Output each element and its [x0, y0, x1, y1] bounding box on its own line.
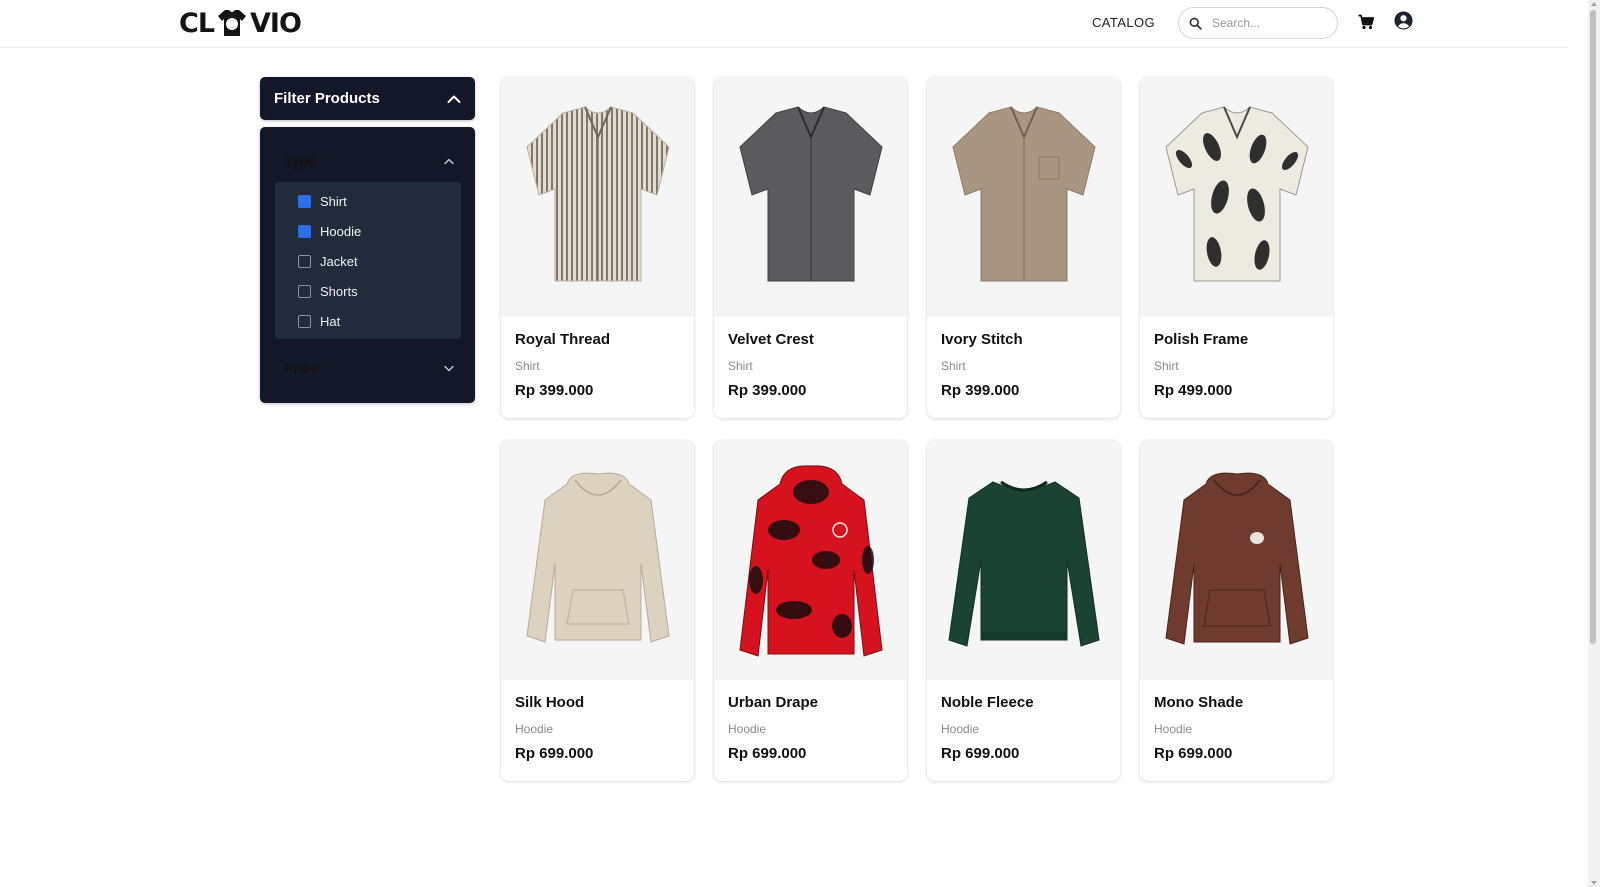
- user-icon[interactable]: [1394, 11, 1413, 30]
- shorts-checkbox[interactable]: [298, 285, 311, 298]
- product-card[interactable]: Ivory Stitch Shirt Rp 399.000: [927, 77, 1120, 418]
- product-category: Shirt: [1154, 359, 1179, 373]
- search-box[interactable]: [1178, 7, 1338, 39]
- type-option-label: Hoodie: [320, 224, 362, 239]
- product-name: Velvet Crest: [728, 331, 814, 348]
- type-option-label: Hat: [320, 314, 341, 329]
- type-options-list: Shirt Hoodie Jacket Shorts Hat: [275, 182, 461, 339]
- nav-catalog-link[interactable]: CATALOG: [1092, 15, 1155, 30]
- chevron-up-icon: [447, 95, 461, 103]
- logo-shirt-icon: [216, 7, 248, 39]
- product-image: [501, 77, 694, 317]
- type-option-shorts[interactable]: Shorts: [298, 284, 358, 299]
- product-price: Rp 699.000: [941, 745, 1020, 762]
- product-category: Hoodie: [515, 722, 554, 736]
- type-option-jacket[interactable]: Jacket: [298, 254, 358, 269]
- product-name: Royal Thread: [515, 331, 611, 348]
- product-price: Rp 699.000: [515, 745, 594, 762]
- product-card[interactable]: Royal Thread Shirt Rp 399.000: [501, 77, 694, 418]
- logo-text-right: VIO: [250, 7, 302, 39]
- type-option-shirt[interactable]: Shirt: [298, 194, 347, 209]
- top-navbar: CL VIO CATALOG: [0, 0, 1568, 48]
- type-option-label: Shorts: [320, 284, 358, 299]
- product-price: Rp 499.000: [1154, 382, 1233, 399]
- product-category: Shirt: [728, 359, 753, 373]
- product-card[interactable]: Silk Hood Hoodie Rp 699.000: [501, 440, 694, 781]
- product-image: [714, 440, 907, 680]
- product-price: Rp 699.000: [1154, 745, 1233, 762]
- product-image: [1140, 77, 1333, 317]
- type-section-toggle[interactable]: Type: [284, 150, 454, 172]
- type-option-label: Shirt: [320, 194, 347, 209]
- type-section-label: Type: [284, 153, 316, 169]
- product-name: Ivory Stitch: [941, 331, 1023, 348]
- scroll-down-arrow-icon[interactable]: [1591, 881, 1597, 885]
- jacket-checkbox[interactable]: [298, 255, 311, 268]
- brand-logo[interactable]: CL VIO: [179, 6, 302, 40]
- scroll-up-arrow-icon[interactable]: [1591, 2, 1597, 6]
- product-image: [714, 77, 907, 317]
- product-name: Urban Drape: [728, 694, 819, 711]
- hat-checkbox[interactable]: [298, 315, 311, 328]
- product-category: Hoodie: [941, 722, 980, 736]
- shirt-checkbox[interactable]: [298, 195, 311, 208]
- filter-products-toggle[interactable]: Filter Products: [260, 77, 475, 120]
- chevron-up-icon: [444, 158, 454, 164]
- product-card[interactable]: Noble Fleece Hoodie Rp 699.000: [927, 440, 1120, 781]
- product-category: Hoodie: [1154, 722, 1193, 736]
- product-card[interactable]: Polish Frame Shirt Rp 499.000: [1140, 77, 1333, 418]
- chevron-down-icon: [444, 365, 454, 371]
- filter-title: Filter Products: [274, 90, 380, 107]
- product-category: Shirt: [941, 359, 966, 373]
- scrollbar-thumb[interactable]: [1590, 10, 1596, 644]
- hoodie-checkbox[interactable]: [298, 225, 311, 238]
- product-price: Rp 399.000: [515, 382, 594, 399]
- product-image: [927, 440, 1120, 680]
- product-image: [927, 77, 1120, 317]
- search-input[interactable]: [1212, 16, 1322, 30]
- product-name: Polish Frame: [1154, 331, 1249, 348]
- product-image: [501, 440, 694, 680]
- product-category: Shirt: [515, 359, 540, 373]
- product-card[interactable]: Velvet Crest Shirt Rp 399.000: [714, 77, 907, 418]
- logo-text-left: CL: [179, 7, 215, 39]
- product-name: Mono Shade: [1154, 694, 1244, 711]
- product-price: Rp 699.000: [728, 745, 807, 762]
- type-option-hat[interactable]: Hat: [298, 314, 340, 329]
- product-name: Noble Fleece: [941, 694, 1034, 711]
- product-price: Rp 399.000: [728, 382, 807, 399]
- product-image: [1140, 440, 1333, 680]
- page-scrollbar[interactable]: [1588, 0, 1600, 887]
- price-section-label: Price: [284, 360, 319, 376]
- price-section-toggle[interactable]: Price: [284, 357, 454, 379]
- cart-icon[interactable]: [1358, 14, 1374, 30]
- product-category: Hoodie: [728, 722, 767, 736]
- product-name: Silk Hood: [515, 694, 585, 711]
- type-option-label: Jacket: [320, 254, 358, 269]
- search-icon: [1189, 17, 1202, 30]
- product-card[interactable]: Mono Shade Hoodie Rp 699.000: [1140, 440, 1333, 781]
- product-card[interactable]: Urban Drape Hoodie Rp 699.000: [714, 440, 907, 781]
- type-option-hoodie[interactable]: Hoodie: [298, 224, 361, 239]
- product-price: Rp 399.000: [941, 382, 1020, 399]
